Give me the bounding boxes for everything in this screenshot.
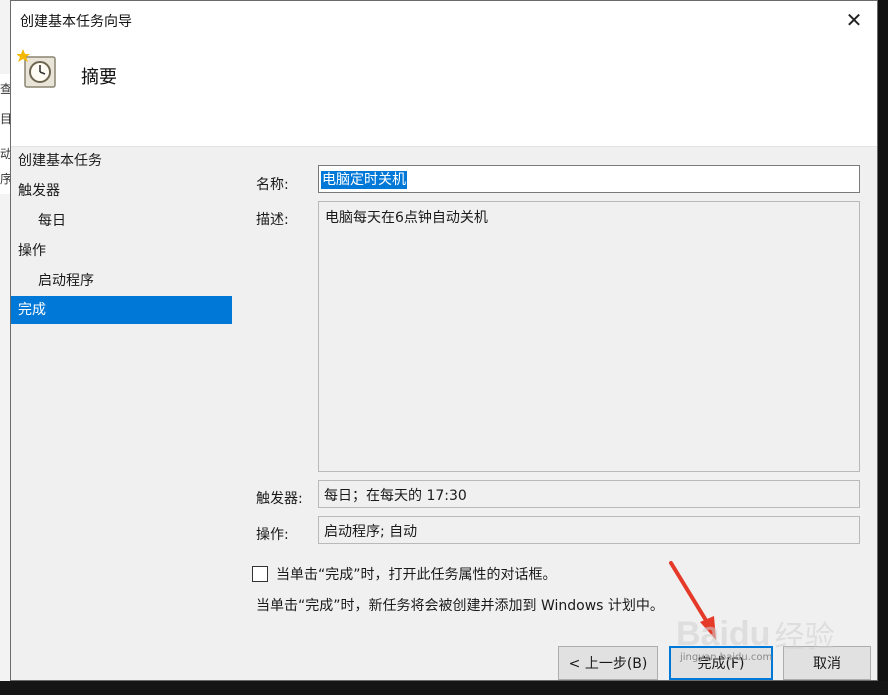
window-title: 创建基本任务向导: [20, 14, 132, 30]
name-input[interactable]: 电脑定时关机: [318, 165, 860, 193]
finish-button[interactable]: 完成(F): [669, 646, 773, 680]
step-action[interactable]: 操作: [11, 237, 232, 265]
wizard-header: 摘要: [11, 39, 877, 147]
cancel-button[interactable]: 取消: [783, 646, 871, 680]
trigger-field[interactable]: 每日；在每天的 17:30: [318, 480, 860, 508]
description-label: 描述:: [256, 212, 289, 228]
step-create-basic-task[interactable]: 创建基本任务: [11, 147, 232, 175]
open-properties-checkbox[interactable]: [252, 566, 268, 582]
description-field[interactable]: 电脑每天在6点钟自动关机: [318, 201, 860, 472]
step-daily[interactable]: 每日: [11, 207, 232, 235]
step-trigger[interactable]: 触发器: [11, 177, 232, 205]
finish-note: 当单击“完成”时，新任务将会被创建并添加到 Windows 计划中。: [256, 598, 664, 614]
screen-edge: [0, 681, 888, 695]
close-icon: ✕: [845, 8, 863, 32]
action-field[interactable]: 启动程序; 自动: [318, 516, 860, 544]
open-properties-label: 当单击“完成”时，打开此任务属性的对话框。: [276, 567, 557, 583]
title-bar[interactable]: 创建基本任务向导 ✕: [11, 1, 877, 39]
open-properties-option[interactable]: 当单击“完成”时，打开此任务属性的对话框。: [252, 564, 557, 584]
create-basic-task-wizard: 创建基本任务向导 ✕ 摘要 创建基本任务 触发器 每日 操作 启动程序 完成 名…: [10, 0, 878, 681]
back-button[interactable]: < 上一步(B): [558, 646, 658, 680]
name-label: 名称:: [256, 177, 289, 193]
step-start-program[interactable]: 启动程序: [11, 267, 232, 295]
wizard-steps: 创建基本任务 触发器 每日 操作 启动程序 完成: [11, 147, 236, 547]
action-label: 操作:: [256, 527, 289, 543]
page-title: 摘要: [81, 67, 117, 88]
screen-edge: [878, 0, 888, 695]
close-button[interactable]: ✕: [831, 1, 877, 39]
trigger-label: 触发器:: [256, 491, 303, 507]
task-clock-icon: [17, 49, 56, 88]
name-value: 电脑定时关机: [321, 171, 407, 189]
step-finish[interactable]: 完成: [11, 296, 232, 324]
